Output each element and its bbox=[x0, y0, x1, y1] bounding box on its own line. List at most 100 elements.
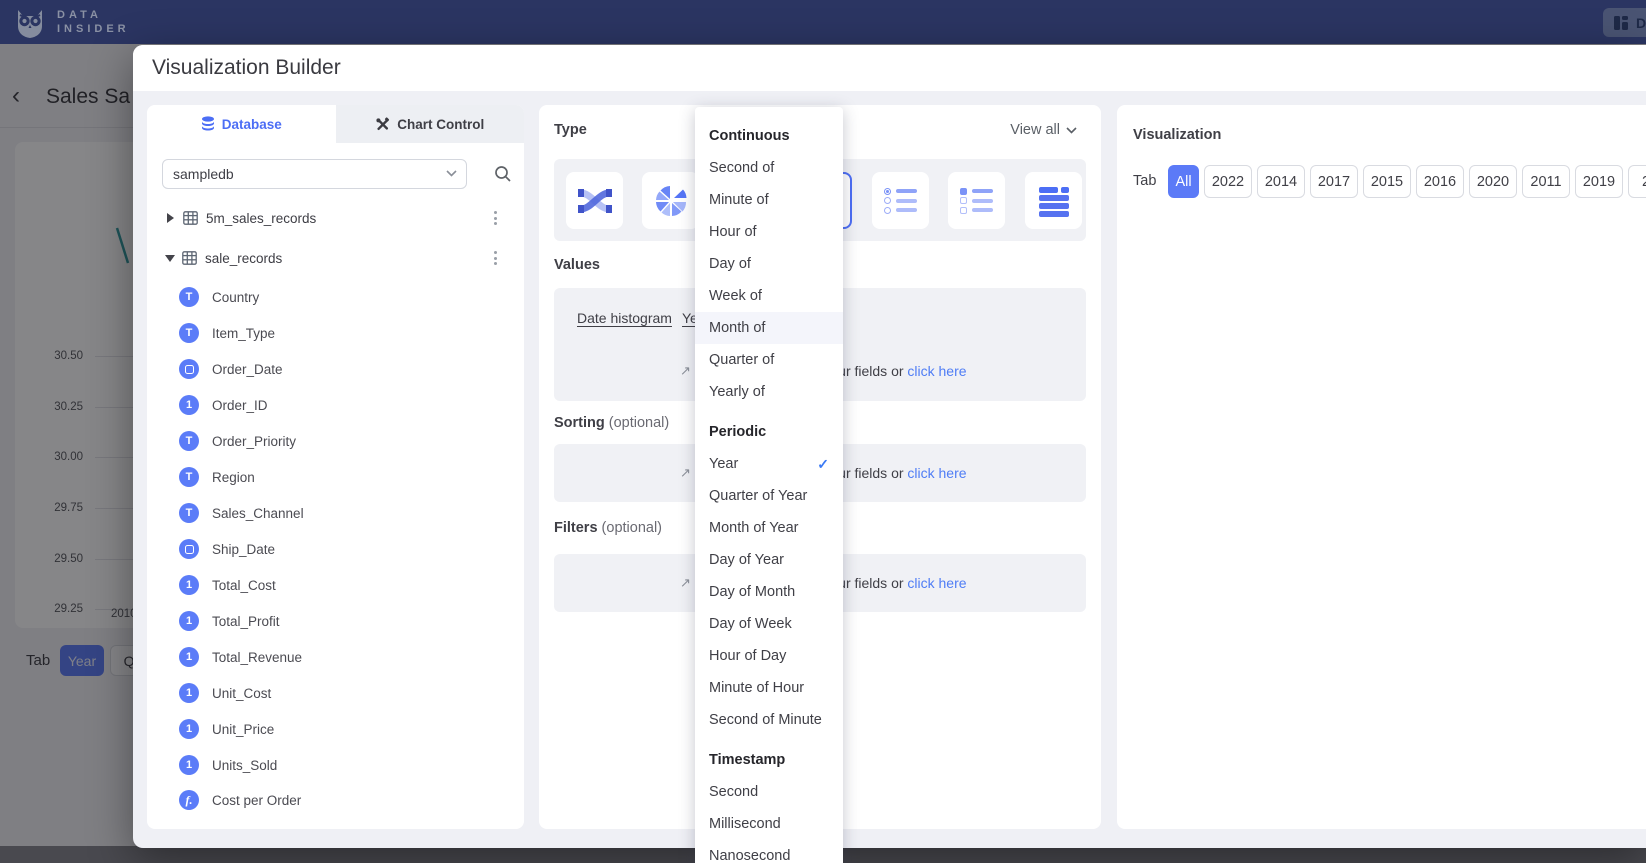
dropdown-item-second-of[interactable]: Second of bbox=[695, 152, 843, 184]
dropdown-item-day-of-week[interactable]: Day of Week bbox=[695, 608, 843, 640]
dropdown-item-month-of-year[interactable]: Month of Year bbox=[695, 512, 843, 544]
viz-tab-2015[interactable]: 2015 bbox=[1363, 165, 1411, 198]
check-icon: ✓ bbox=[817, 456, 829, 473]
dropdown-item-yearly-of[interactable]: Yearly of bbox=[695, 376, 843, 408]
drag-drop-icon: ↗ bbox=[680, 575, 691, 591]
viz-tab-2014[interactable]: 2014 bbox=[1257, 165, 1305, 198]
app-logo[interactable]: DATA INSIDER bbox=[12, 4, 130, 40]
viz-tab-partial[interactable]: 2 bbox=[1628, 165, 1646, 198]
text-field-icon: T bbox=[179, 467, 199, 487]
drag-drop-icon: ↗ bbox=[680, 465, 691, 481]
database-select-input[interactable] bbox=[162, 159, 467, 189]
table-menu-kebab-icon[interactable] bbox=[487, 209, 503, 227]
date-field-icon bbox=[179, 359, 199, 379]
dropdown-item-second-of-minute[interactable]: Second of Minute bbox=[695, 704, 843, 736]
tools-icon bbox=[375, 117, 390, 132]
dropdown-item-week-of[interactable]: Week of bbox=[695, 280, 843, 312]
field-row[interactable]: T Sales_Channel bbox=[179, 498, 509, 528]
field-row[interactable]: T Item_Type bbox=[179, 318, 509, 348]
dropdown-item-year[interactable]: Year ✓ bbox=[695, 448, 843, 480]
viz-tab-2017[interactable]: 2017 bbox=[1310, 165, 1358, 198]
chart-type-sankey[interactable] bbox=[566, 172, 623, 229]
view-all-label: View all bbox=[1010, 122, 1060, 138]
date-histogram-chip[interactable]: Date histogram bbox=[577, 310, 672, 326]
viz-tab-2019[interactable]: 2019 bbox=[1575, 165, 1623, 198]
viz-tab-2022[interactable]: 2022 bbox=[1204, 165, 1252, 198]
field-row[interactable]: 1 Total_Profit bbox=[179, 606, 509, 636]
caret-right-icon[interactable] bbox=[167, 213, 174, 223]
text-field-icon: T bbox=[179, 503, 199, 523]
function-field-icon: f. bbox=[179, 790, 199, 810]
text-field-icon: T bbox=[179, 287, 199, 307]
field-row[interactable]: T Order_Priority bbox=[179, 426, 509, 456]
type-section-label: Type bbox=[554, 122, 587, 138]
field-row[interactable]: 1 Order_ID bbox=[179, 390, 509, 420]
viz-tab-2020[interactable]: 2020 bbox=[1469, 165, 1517, 198]
modal-header: Visualization Builder bbox=[133, 45, 1646, 91]
dropdown-item-quarter-of[interactable]: Quarter of bbox=[695, 344, 843, 376]
search-icon[interactable] bbox=[494, 165, 512, 183]
dropdown-item-millisecond[interactable]: Millisecond bbox=[695, 808, 843, 840]
caret-down-icon[interactable] bbox=[165, 255, 175, 262]
chart-type-table[interactable] bbox=[1025, 172, 1082, 229]
viz-tab-2011[interactable]: 2011 bbox=[1522, 165, 1570, 198]
logo-text: DATA INSIDER bbox=[57, 8, 130, 36]
dropdown-item-minute-of-hour[interactable]: Minute of Hour bbox=[695, 672, 843, 704]
field-row[interactable]: 1 Total_Cost bbox=[179, 570, 509, 600]
dropdown-item-second[interactable]: Second bbox=[695, 776, 843, 808]
pie-chart-icon bbox=[655, 185, 687, 217]
dashboard-button[interactable]: D bbox=[1603, 8, 1646, 37]
date-function-dropdown: Continuous Second of Minute of Hour of D… bbox=[695, 107, 843, 863]
number-field-icon: 1 bbox=[179, 647, 199, 667]
table-name: sale_records bbox=[205, 251, 282, 266]
table-row-5m-sales-records[interactable]: 5m_sales_records bbox=[167, 203, 507, 233]
dropdown-item-minute-of[interactable]: Minute of bbox=[695, 184, 843, 216]
top-navbar: DATA INSIDER D bbox=[0, 0, 1646, 44]
number-field-icon: 1 bbox=[179, 611, 199, 631]
database-icon bbox=[201, 116, 215, 132]
dropdown-item-month-of[interactable]: Month of bbox=[695, 312, 843, 344]
database-panel: Database Chart Control bbox=[147, 105, 524, 829]
dropdown-item-hour-of[interactable]: Hour of bbox=[695, 216, 843, 248]
table-row-sale-records[interactable]: sale_records bbox=[167, 243, 507, 273]
field-row[interactable]: f. Cost per Order bbox=[179, 785, 509, 815]
chart-type-check-list[interactable] bbox=[948, 172, 1005, 229]
dropdown-item-day-of-month[interactable]: Day of Month bbox=[695, 576, 843, 608]
date-field-icon bbox=[179, 539, 199, 559]
field-row[interactable]: T Country bbox=[179, 282, 509, 312]
chart-type-pie[interactable] bbox=[642, 172, 699, 229]
number-field-icon: 1 bbox=[179, 755, 199, 775]
chevron-down-icon[interactable] bbox=[446, 170, 457, 177]
dropdown-item-nanosecond[interactable]: Nanosecond bbox=[695, 840, 843, 863]
checkbox-list-icon bbox=[960, 185, 993, 216]
click-here-link[interactable]: click here bbox=[907, 575, 966, 591]
number-field-icon: 1 bbox=[179, 719, 199, 739]
field-row[interactable]: 1 Unit_Cost bbox=[179, 678, 509, 708]
dropdown-item-quarter-of-year[interactable]: Quarter of Year bbox=[695, 480, 843, 512]
dropdown-item-day-of[interactable]: Day of bbox=[695, 248, 843, 280]
dropdown-header: Continuous bbox=[695, 120, 843, 152]
tab-chart-control-label: Chart Control bbox=[397, 117, 484, 132]
field-row[interactable]: T Region bbox=[179, 462, 509, 492]
dropdown-header: Periodic bbox=[695, 416, 843, 448]
table-icon bbox=[182, 251, 197, 265]
field-row[interactable]: 1 Total_Revenue bbox=[179, 642, 509, 672]
field-row[interactable]: 1 Unit_Price bbox=[179, 714, 509, 744]
click-here-link[interactable]: click here bbox=[907, 363, 966, 379]
chart-type-radio-list[interactable] bbox=[872, 172, 929, 229]
dashboard-grid-icon bbox=[1613, 15, 1629, 31]
click-here-link[interactable]: click here bbox=[907, 465, 966, 481]
tab-database-label: Database bbox=[222, 117, 282, 132]
dropdown-item-hour-of-day[interactable]: Hour of Day bbox=[695, 640, 843, 672]
viz-tab-all[interactable]: All bbox=[1168, 165, 1199, 198]
tab-database[interactable]: Database bbox=[147, 105, 336, 143]
field-row[interactable]: Order_Date bbox=[179, 354, 509, 384]
viz-tab-2016[interactable]: 2016 bbox=[1416, 165, 1464, 198]
dropdown-item-day-of-year[interactable]: Day of Year bbox=[695, 544, 843, 576]
table-menu-kebab-icon[interactable] bbox=[487, 249, 503, 267]
field-row[interactable]: Ship_Date bbox=[179, 534, 509, 564]
view-all-button[interactable]: View all bbox=[1010, 122, 1077, 138]
database-search-row bbox=[162, 159, 509, 189]
field-row[interactable]: 1 Units_Sold bbox=[179, 750, 509, 780]
tab-chart-control[interactable]: Chart Control bbox=[336, 105, 525, 143]
